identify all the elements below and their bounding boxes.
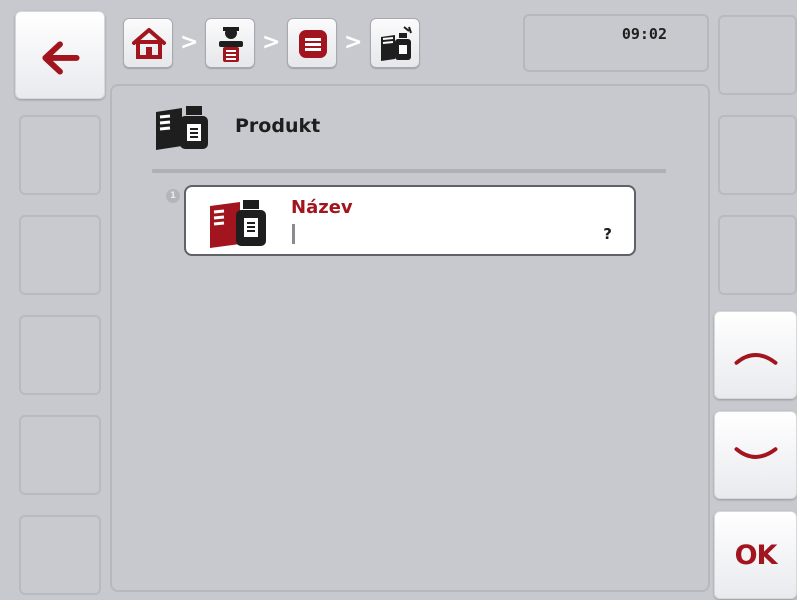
list-icon (299, 30, 327, 58)
name-field-value: ? (603, 225, 612, 243)
name-field[interactable]: Název ? (184, 185, 636, 256)
title-divider (152, 169, 666, 173)
breadcrumb-home[interactable] (123, 18, 173, 68)
breadcrumb-separator: > (344, 30, 363, 55)
product-icon (210, 200, 266, 248)
chevron-down-icon (734, 447, 778, 459)
left-button-6[interactable] (19, 515, 101, 595)
breadcrumb-list[interactable] (287, 18, 337, 68)
left-button-2[interactable] (19, 115, 101, 195)
left-button-3[interactable] (19, 215, 101, 295)
text-cursor (292, 224, 295, 244)
clock-display: 09:02 (523, 14, 709, 72)
scroll-down-button[interactable] (714, 411, 797, 499)
right-button-3[interactable] (718, 215, 797, 295)
breadcrumb-separator: > (262, 30, 281, 55)
breadcrumb-product[interactable] (370, 18, 420, 68)
back-button[interactable] (15, 11, 105, 99)
chevron-up-icon (734, 353, 778, 365)
ok-button[interactable]: OK (714, 511, 797, 599)
product-icon (156, 106, 208, 150)
row-index: 1 (166, 189, 180, 203)
product-icon (381, 26, 412, 61)
scroll-up-button[interactable] (714, 311, 797, 399)
left-button-5[interactable] (19, 415, 101, 495)
breadcrumb-separator: > (180, 30, 199, 55)
clock-time: 09:02 (621, 25, 667, 43)
page-title: Produkt (235, 115, 321, 137)
breadcrumb-customer[interactable] (205, 18, 255, 68)
right-button-1[interactable] (718, 15, 797, 95)
name-field-label: Název (291, 197, 353, 218)
right-button-2[interactable] (718, 115, 797, 195)
left-button-4[interactable] (19, 315, 101, 395)
arrow-left-icon (42, 41, 80, 75)
home-icon (132, 28, 166, 59)
ok-label: OK (734, 539, 778, 571)
main-panel (110, 84, 710, 592)
customer-icon (219, 27, 243, 62)
